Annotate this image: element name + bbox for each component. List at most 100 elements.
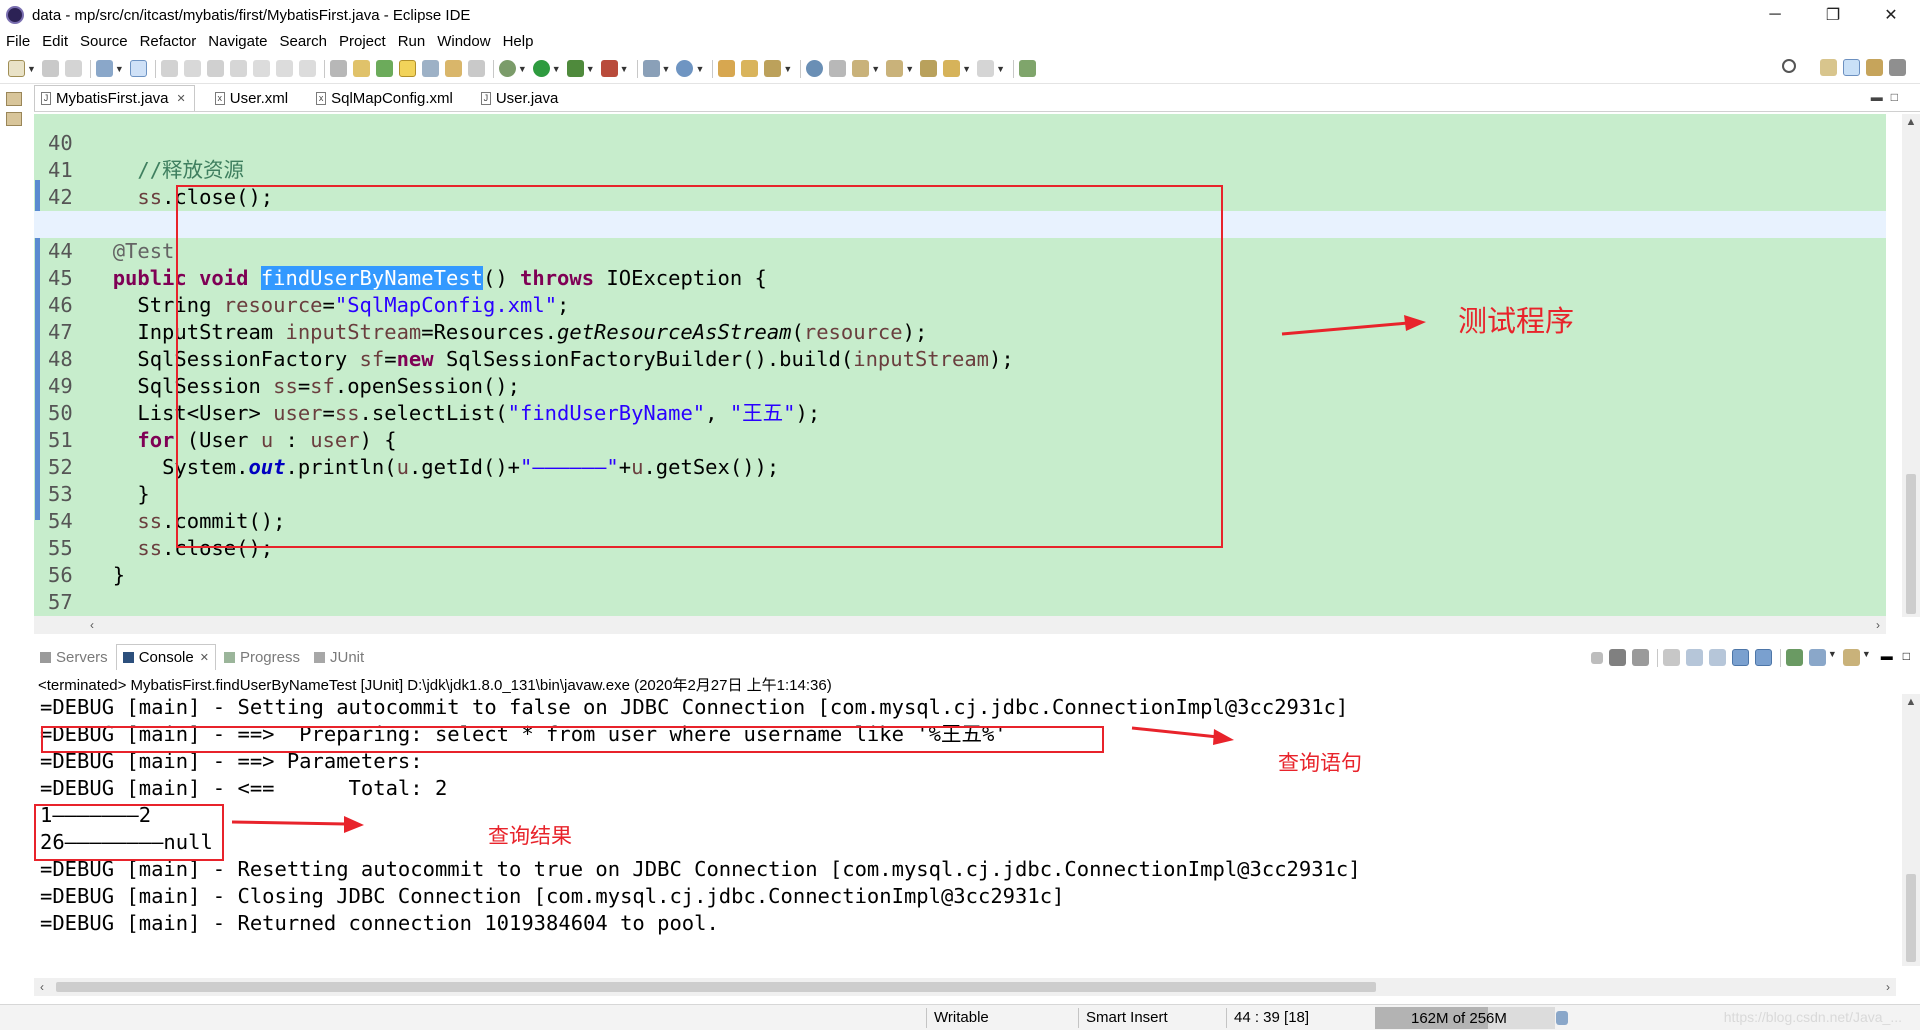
menu-search[interactable]: Search [279, 33, 327, 50]
forward-dropdown-icon[interactable]: ▼ [996, 64, 1005, 74]
scroll-thumb[interactable] [1906, 874, 1916, 962]
run-dropdown-icon[interactable]: ▼ [552, 64, 561, 74]
new-java-project-icon[interactable] [642, 60, 660, 77]
search-tool-icon[interactable] [764, 60, 782, 77]
scroll-left-icon[interactable]: ‹ [90, 616, 94, 634]
back-dropdown-icon[interactable]: ▼ [962, 64, 971, 74]
scroll-lock-icon[interactable] [1685, 649, 1703, 666]
tab-user-xml[interactable]: x User.xml [209, 85, 296, 111]
tab-sqlmapconfig-xml[interactable]: x SqlMapConfig.xml [310, 85, 461, 111]
toggle-word-wrap-icon[interactable] [421, 60, 439, 77]
toggle-mark-icon[interactable] [329, 60, 347, 77]
show-on-stderr-icon[interactable] [1754, 649, 1772, 666]
last-edit-icon[interactable] [920, 60, 938, 77]
resume-icon[interactable] [160, 60, 178, 77]
clear-console-icon[interactable] [1662, 649, 1680, 666]
scroll-right-icon[interactable]: › [1886, 978, 1890, 996]
tab-progress[interactable]: Progress [218, 644, 306, 670]
scroll-right-icon[interactable]: › [1876, 616, 1880, 634]
menu-help[interactable]: Help [503, 33, 534, 50]
pin-console-icon[interactable] [1785, 649, 1803, 666]
menu-edit[interactable]: Edit [42, 33, 68, 50]
external-tools-dropdown-icon[interactable]: ▼ [620, 64, 629, 74]
next-annotation-icon[interactable] [852, 60, 870, 77]
new-dropdown-icon[interactable]: ▼ [27, 64, 36, 74]
scroll-up-icon[interactable]: ▲ [1902, 696, 1920, 708]
menu-refactor[interactable]: Refactor [140, 33, 197, 50]
heap-status[interactable]: 162M of 256M [1375, 1007, 1555, 1029]
console-dropdown-icon[interactable]: ▼ [115, 64, 124, 74]
display-console-dropdown-icon[interactable]: ▼ [1828, 649, 1837, 667]
back-icon[interactable] [943, 60, 961, 77]
previous-annotation-dropdown-icon[interactable]: ▼ [905, 64, 914, 74]
next-annotation-dropdown-icon[interactable]: ▼ [871, 64, 880, 74]
disconnect-icon[interactable] [229, 60, 247, 77]
menu-navigate[interactable]: Navigate [208, 33, 267, 50]
console-vertical-scrollbar[interactable]: ▲ [1902, 694, 1920, 966]
debug-perspective-icon[interactable] [1889, 59, 1906, 76]
toggle-block-icon[interactable] [352, 60, 370, 77]
step-over-icon[interactable] [275, 60, 293, 77]
close-icon[interactable]: ✕ [177, 92, 186, 105]
new-icon[interactable] [8, 60, 25, 77]
maximize-pane-icon[interactable]: □ [1891, 90, 1906, 104]
open-task-2-icon[interactable] [741, 60, 759, 77]
pin-editor-icon[interactable] [1018, 60, 1036, 77]
menu-project[interactable]: Project [339, 33, 386, 50]
minimize-pane-icon[interactable]: ▬ [1881, 649, 1893, 667]
new-project-dropdown-icon[interactable]: ▼ [662, 64, 671, 74]
new-class-dropdown-icon[interactable]: ▼ [695, 64, 704, 74]
tab-user-java[interactable]: J User.java [475, 85, 567, 111]
highlight-icon[interactable] [398, 60, 416, 77]
save-all-icon[interactable] [64, 60, 82, 77]
maximize-pane-icon[interactable]: □ [1903, 649, 1910, 667]
close-button[interactable]: ✕ [1862, 0, 1920, 30]
java-perspective-icon[interactable] [1866, 59, 1883, 76]
step-return-icon[interactable] [298, 60, 316, 77]
run-icon[interactable] [532, 60, 550, 77]
garbage-collect-icon[interactable] [1556, 1011, 1568, 1025]
tab-console[interactable]: Console ✕ [115, 644, 216, 670]
save-icon[interactable] [41, 60, 59, 77]
pilcrow-icon[interactable] [467, 60, 485, 77]
skip-breakpoints-icon[interactable] [129, 60, 147, 77]
remove-launch-icon[interactable] [1608, 649, 1626, 666]
console-horizontal-scrollbar[interactable]: ‹ › [34, 978, 1896, 996]
new-class-icon[interactable] [676, 60, 694, 77]
open-console-icon[interactable] [1842, 649, 1860, 666]
debug-icon[interactable] [498, 60, 516, 77]
tab-junit[interactable]: JUnit [308, 644, 370, 670]
maximize-button[interactable]: ❐ [1804, 0, 1862, 30]
menu-run[interactable]: Run [398, 33, 426, 50]
step-into-icon[interactable] [252, 60, 270, 77]
search-icon[interactable] [1782, 59, 1796, 73]
coverage-icon[interactable] [566, 60, 584, 77]
show-on-stdout-icon[interactable] [1731, 649, 1749, 666]
editor-horizontal-scrollbar[interactable]: ‹ › [34, 616, 1886, 634]
open-console-dropdown-icon[interactable]: ▼ [1862, 649, 1871, 667]
word-wrap-icon[interactable] [1708, 649, 1726, 666]
open-console-icon[interactable] [95, 60, 113, 77]
scroll-thumb[interactable] [56, 982, 1376, 992]
show-whitespace-icon[interactable] [444, 60, 462, 77]
terminate-icon[interactable] [206, 60, 224, 77]
open-type-icon[interactable] [718, 60, 736, 77]
package-explorer-icon[interactable] [6, 112, 22, 126]
annotation-icon[interactable] [829, 60, 847, 77]
search-dropdown-icon[interactable]: ▼ [783, 64, 792, 74]
previous-annotation-icon[interactable] [886, 60, 904, 77]
external-tools-icon[interactable] [600, 60, 618, 77]
scroll-thumb[interactable] [1906, 474, 1916, 614]
terminate-icon[interactable] [1590, 652, 1603, 664]
tab-mybatisfirst-java[interactable]: J MybatisFirst.java ✕ [34, 85, 195, 111]
suspend-icon[interactable] [183, 60, 201, 77]
tab-servers[interactable]: Servers [34, 644, 114, 670]
globe-icon[interactable] [806, 60, 824, 77]
close-icon[interactable]: ✕ [200, 651, 209, 664]
open-task-icon[interactable] [375, 60, 393, 77]
restore-icon[interactable] [6, 92, 22, 106]
coverage-dropdown-icon[interactable]: ▼ [586, 64, 595, 74]
java-ee-perspective-icon[interactable] [1843, 59, 1860, 76]
remove-all-icon[interactable] [1631, 649, 1649, 666]
scroll-up-icon[interactable]: ▲ [1902, 116, 1920, 128]
